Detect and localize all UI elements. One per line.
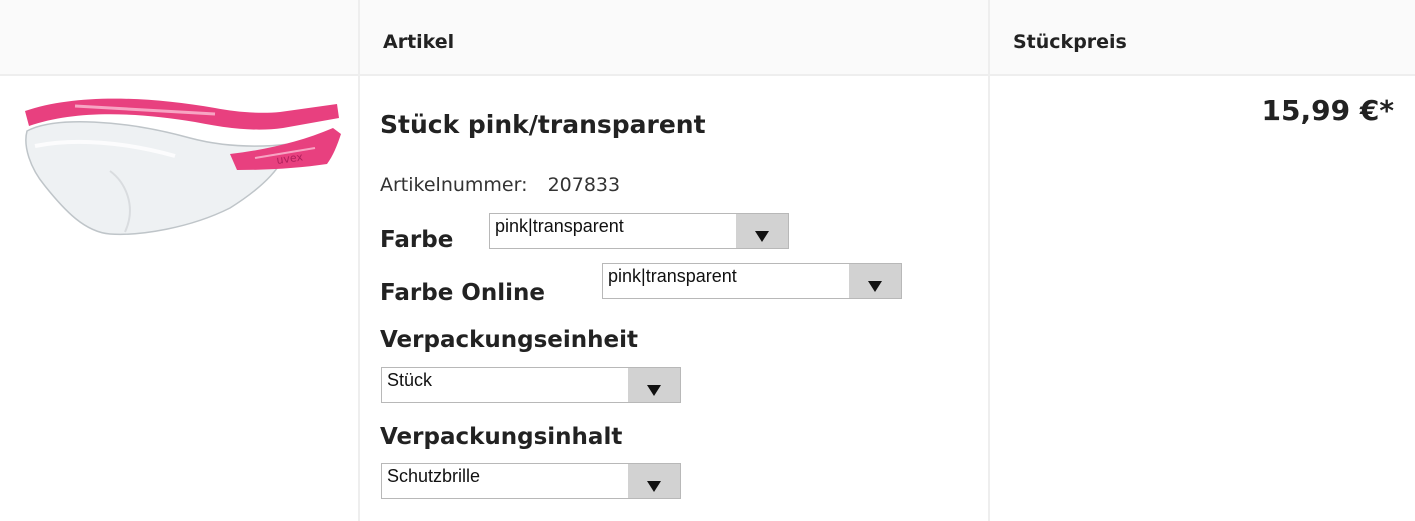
product-title[interactable]: Stück pink/transparent [380, 110, 706, 139]
farbe-online-select[interactable]: pink|transparent [602, 263, 902, 299]
caret-down-icon [868, 281, 882, 292]
verpackungsinhalt-select-value: Schutzbrille [387, 466, 481, 486]
verpackungseinheit-select[interactable]: Stück [381, 367, 681, 403]
farbe-select[interactable]: pink|transparent [489, 213, 789, 249]
option-label-verpackungsinhalt: Verpackungsinhalt [380, 424, 623, 450]
verpackungseinheit-select-toggle[interactable] [628, 368, 680, 402]
caret-down-icon [755, 231, 769, 242]
farbe-select-toggle[interactable] [736, 214, 788, 248]
caret-down-icon [647, 385, 661, 396]
farbe-online-select-value: pink|transparent [608, 266, 737, 286]
verpackungseinheit-select-value: Stück [387, 370, 433, 390]
product-image[interactable]: uvex [15, 86, 345, 246]
sku-label: Artikelnummer: [380, 174, 528, 196]
option-label-farbe-online: Farbe Online [380, 280, 545, 306]
verpackungsinhalt-select[interactable]: Schutzbrille [381, 463, 681, 499]
farbe-online-select-toggle[interactable] [849, 264, 901, 298]
verpackungsinhalt-select-toggle[interactable] [628, 464, 680, 498]
safety-glasses-icon: uvex [25, 98, 341, 236]
option-label-verpackungseinheit: Verpackungseinheit [380, 327, 639, 353]
caret-down-icon [647, 481, 661, 492]
farbe-select-value: pink|transparent [495, 216, 624, 236]
sku-line: Artikelnummer: 207833 [380, 174, 620, 196]
sku-value: 207833 [547, 174, 621, 196]
column-divider [358, 0, 360, 521]
column-header-unit-price: Stückpreis [1013, 31, 1127, 53]
option-label-farbe: Farbe [380, 227, 454, 253]
unit-price: 15,99 €* [1261, 94, 1394, 127]
table-header-row: Artikel Stückpreis [0, 0, 1415, 76]
column-divider [988, 0, 990, 521]
column-header-article: Artikel [383, 31, 455, 53]
cart-table: Artikel Stückpreis uvex Stück pink/trans… [0, 0, 1415, 521]
